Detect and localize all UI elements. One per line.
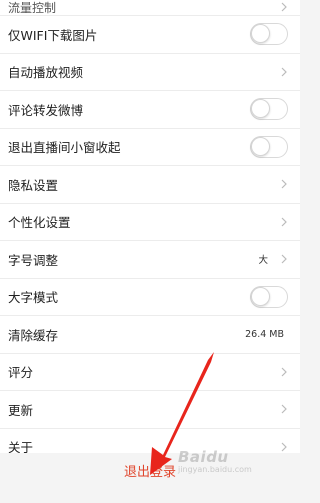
- settings-row-privacy[interactable]: 隐私设置: [0, 166, 300, 204]
- toggle-knob: [251, 99, 270, 119]
- settings-row-repost-weibo[interactable]: 评论转发微博: [0, 91, 300, 129]
- settings-row-autoplay[interactable]: 自动播放视频: [0, 53, 300, 91]
- big-font-toggle[interactable]: [250, 285, 288, 308]
- settings-row-personalize[interactable]: 个性化设置: [0, 203, 300, 241]
- font-size-value: 大: [258, 255, 268, 267]
- settings-row-big-font[interactable]: 大字模式: [0, 278, 300, 316]
- privacy-label: 隐私设置: [8, 177, 59, 193]
- wifi-images-toggle[interactable]: [250, 23, 288, 46]
- wifi-images-label: 仅WIFI下载图片: [8, 27, 98, 43]
- logout-button[interactable]: 退出登录: [0, 462, 300, 484]
- settings-row-font-size[interactable]: 字号调整 大: [0, 241, 300, 279]
- cut-row-label: 流量控制: [8, 1, 57, 15]
- chevron-right-icon: [278, 252, 290, 266]
- settings-row-cut-off[interactable]: 流量控制: [0, 0, 300, 16]
- chevron-right-icon: [278, 365, 290, 379]
- settings-row-rate[interactable]: 评分: [0, 353, 300, 391]
- cache-size-value: 26.4 MB: [245, 328, 284, 340]
- update-label: 更新: [8, 402, 34, 418]
- repost-weibo-toggle[interactable]: [250, 98, 288, 121]
- toggle-knob: [251, 24, 270, 44]
- chevron-right-icon: [278, 65, 290, 79]
- personal-label: 个性化设置: [8, 215, 71, 231]
- settings-row-live-minimize[interactable]: 退出直播间小窗收起: [0, 128, 300, 166]
- toggle-knob: [251, 136, 270, 156]
- repost-weibo-label: 评论转发微博: [8, 102, 84, 118]
- live-minimize-toggle[interactable]: [250, 135, 288, 158]
- settings-row-clear-cache[interactable]: 清除缓存 26.4 MB: [0, 316, 300, 354]
- chevron-right-icon: [278, 0, 290, 14]
- chevron-right-icon: [278, 402, 290, 416]
- font-size-label: 字号调整: [8, 252, 59, 268]
- chevron-right-icon: [278, 215, 290, 229]
- toggle-knob: [251, 286, 270, 306]
- rate-label: 评分: [8, 365, 34, 381]
- chevron-right-icon: [278, 440, 290, 454]
- settings-list: 流量控制 仅WIFI下载图片 自动播放视频 评论转发微博 退出直播间小窗收起 隐…: [0, 0, 300, 466]
- settings-row-wifi-images[interactable]: 仅WIFI下载图片: [0, 16, 300, 54]
- live-minimize-label: 退出直播间小窗收起: [8, 140, 121, 156]
- autoplay-label: 自动播放视频: [8, 65, 84, 81]
- cache-label: 清除缓存: [8, 327, 59, 343]
- big-font-label: 大字模式: [8, 290, 59, 306]
- settings-row-update[interactable]: 更新: [0, 391, 300, 429]
- chevron-right-icon: [278, 177, 290, 191]
